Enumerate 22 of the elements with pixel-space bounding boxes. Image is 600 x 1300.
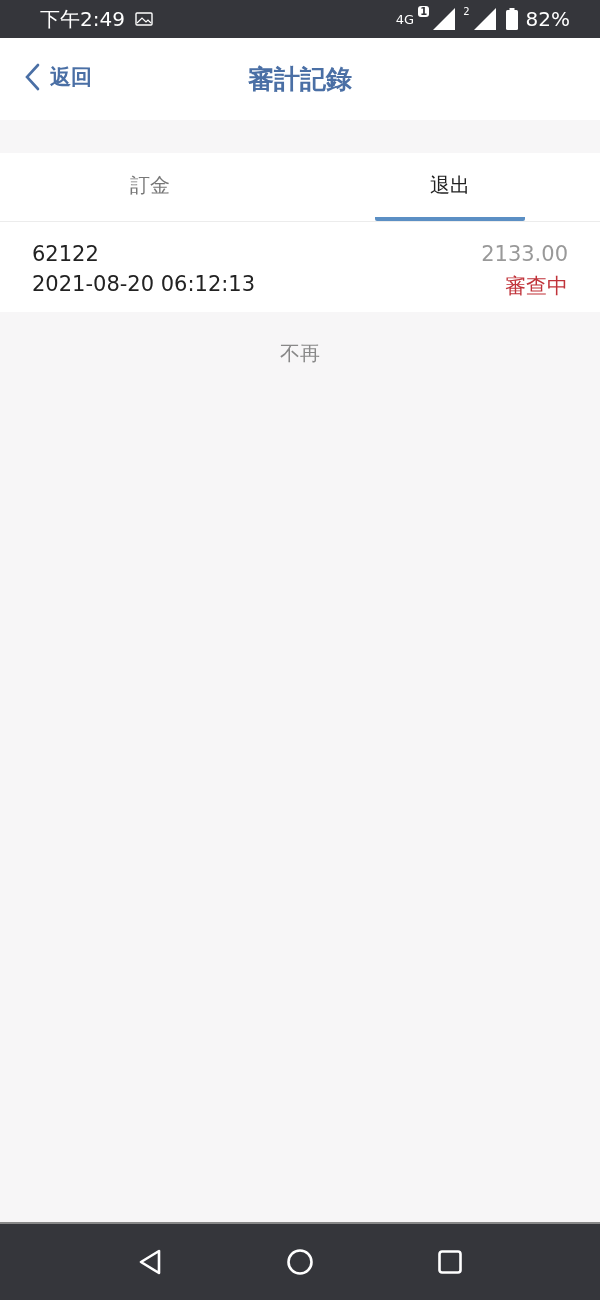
record-time: 2021-08-20 06:12:13 [32,272,256,298]
chevron-left-icon [24,63,40,91]
battery-percent: 82% [525,7,570,31]
sim-badge: 1 [418,6,430,17]
network-label: 4G [395,11,415,27]
back-button[interactable]: 返回 [24,63,92,91]
battery-icon [505,8,518,30]
home-icon[interactable] [287,1249,313,1275]
page-title: 審計記錄 [248,62,352,96]
record-status: 審查中 [505,273,568,300]
record-card[interactable]: 62122 2133.00 2021-08-20 06:12:13 審查中 [0,222,600,312]
record-amount: 2133.00 [481,242,568,266]
sim-label: 2 [463,6,470,17]
record-id: 62122 [32,242,99,266]
status-time: 下午2:49 [40,5,125,33]
signal-icon [433,8,456,30]
signal-icon [473,8,496,30]
tab[interactable]: 訂金 [75,153,225,221]
image-icon [134,12,153,26]
end-of-list-text: 不再 [279,340,321,367]
overview-icon[interactable] [438,1250,462,1274]
back-icon[interactable] [138,1249,162,1275]
